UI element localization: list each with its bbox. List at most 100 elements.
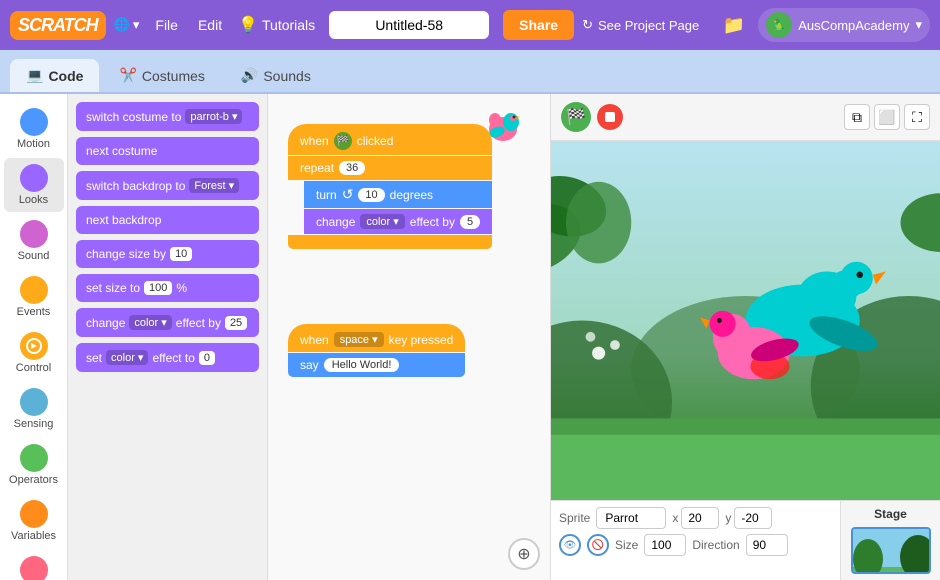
- block-when-space[interactable]: when space ▾ key pressed: [288, 324, 465, 352]
- tab-sounds[interactable]: 🔊 Sounds: [225, 59, 327, 92]
- looks-dot: [20, 164, 48, 192]
- sound-dot: [20, 220, 48, 248]
- code-group-1: when 🏁 clicked repeat 36 turn ↺ 10 degre…: [288, 124, 492, 249]
- size-input[interactable]: [644, 534, 686, 556]
- project-title-input[interactable]: [329, 11, 489, 39]
- show-sprite-button[interactable]: 👁: [559, 534, 581, 556]
- sidebar-item-events[interactable]: Events: [4, 270, 64, 324]
- sidebar-item-myblocks[interactable]: My Blocks: [4, 550, 64, 580]
- header: SCRATCH 🌐 ▾ File Edit 💡 Tutorials Share …: [0, 0, 940, 50]
- stage-viewport: [551, 141, 940, 500]
- sprite-row-1: Sprite x y: [559, 507, 832, 529]
- block-repeat-end: .: [288, 235, 492, 249]
- stage-area: 🏁 ⧉ ⬜ ⛶: [550, 94, 940, 580]
- green-flag-button[interactable]: 🏁: [561, 102, 591, 132]
- y-coord: y: [725, 507, 772, 529]
- code-icon: 💻: [26, 67, 43, 84]
- control-icon: [25, 337, 43, 355]
- sidebar-item-variables[interactable]: Variables: [4, 494, 64, 548]
- chevron-down-icon: ▾: [915, 17, 922, 33]
- events-dot: [20, 276, 48, 304]
- myblocks-dot: [20, 556, 48, 580]
- tutorials-button[interactable]: 💡 Tutorials: [238, 15, 315, 35]
- motion-dot: [20, 108, 48, 136]
- see-project-button[interactable]: ↻ See Project Page: [582, 17, 699, 33]
- stage-bottom: Sprite x y 👁 🚫 Size Dire: [551, 500, 940, 580]
- folder-icon[interactable]: 📁: [723, 15, 745, 36]
- block-switch-costume[interactable]: switch costume to parrot-b ▾: [76, 102, 259, 131]
- code-group-2: when space ▾ key pressed say Hello World…: [288, 324, 465, 377]
- sensing-dot: [20, 388, 48, 416]
- stage-fullscreen-button[interactable]: ⛶: [904, 104, 930, 130]
- speaker-icon: 🔊: [241, 67, 258, 84]
- sprite-info-panel: Sprite x y 👁 🚫 Size Dire: [551, 501, 840, 580]
- lightbulb-icon: 💡: [238, 15, 258, 35]
- block-set-size[interactable]: set size to 100 %: [76, 274, 259, 302]
- scissors-icon: ✂️: [119, 67, 136, 84]
- operators-dot: [20, 444, 48, 472]
- file-menu[interactable]: File: [147, 13, 186, 37]
- color-effect-dropdown[interactable]: color ▾: [129, 315, 171, 330]
- main-content: Motion Looks Sound Events Control Sensin…: [0, 94, 940, 580]
- edit-menu[interactable]: Edit: [190, 13, 230, 37]
- sidebar-item-sound[interactable]: Sound: [4, 214, 64, 268]
- sidebar-item-operators[interactable]: Operators: [4, 438, 64, 492]
- code-canvas: when 🏁 clicked repeat 36 turn ↺ 10 degre…: [268, 94, 550, 580]
- block-when-flag[interactable]: when 🏁 clicked: [288, 124, 492, 155]
- block-change-size[interactable]: change size by 10: [76, 240, 259, 268]
- costume-dropdown[interactable]: parrot-b ▾: [185, 109, 242, 124]
- stage-panel-label: Stage: [874, 507, 907, 521]
- tab-code[interactable]: 💻 Code: [10, 59, 99, 92]
- block-next-backdrop[interactable]: next backdrop: [76, 206, 259, 234]
- x-coord-input[interactable]: [681, 507, 719, 529]
- sidebar-item-control[interactable]: Control: [4, 326, 64, 380]
- stage-medium-button[interactable]: ⬜: [874, 104, 900, 130]
- blocks-sidebar: Motion Looks Sound Events Control Sensin…: [0, 94, 68, 580]
- block-say[interactable]: say Hello World!: [288, 353, 465, 377]
- rotate-icon: ↺: [342, 186, 354, 203]
- x-coord: x: [672, 507, 719, 529]
- backdrop-dropdown[interactable]: Forest ▾: [189, 178, 239, 193]
- block-change-color-effect[interactable]: change color ▾ effect by 25: [76, 308, 259, 337]
- space-key-dropdown[interactable]: space ▾: [334, 332, 384, 347]
- block-switch-backdrop[interactable]: switch backdrop to Forest ▾: [76, 171, 259, 200]
- direction-input[interactable]: [746, 534, 788, 556]
- stage-controls: 🏁 ⧉ ⬜ ⛶: [551, 94, 940, 141]
- scratch-logo[interactable]: SCRATCH: [10, 11, 106, 40]
- blocks-panel: switch costume to parrot-b ▾ next costum…: [68, 94, 268, 580]
- block-change-color-inline[interactable]: change color ▾ effect by 5: [304, 209, 492, 234]
- code-area: when 🏁 clicked repeat 36 turn ↺ 10 degre…: [268, 94, 550, 580]
- set-color-dropdown[interactable]: color ▾: [106, 350, 148, 365]
- stage-size-controls: ⧉ ⬜ ⛶: [844, 104, 930, 130]
- inline-color-dropdown[interactable]: color ▾: [360, 214, 404, 229]
- avatar: 🦜: [766, 12, 792, 38]
- sprite-row-2: 👁 🚫 Size Direction: [559, 534, 832, 556]
- y-coord-input[interactable]: [734, 507, 772, 529]
- variables-dot: [20, 500, 48, 528]
- stage-small-button[interactable]: ⧉: [844, 104, 870, 130]
- zoom-button[interactable]: ⊕: [508, 538, 540, 570]
- stop-button[interactable]: [597, 104, 623, 130]
- share-button[interactable]: Share: [503, 10, 574, 40]
- sidebar-item-looks[interactable]: Looks: [4, 158, 64, 212]
- stage-panel: Stage: [840, 501, 940, 580]
- sidebar-item-sensing[interactable]: Sensing: [4, 382, 64, 436]
- flag-icon: 🏁: [334, 132, 352, 150]
- sprite-name-input[interactable]: [596, 507, 666, 529]
- hide-sprite-button[interactable]: 🚫: [587, 534, 609, 556]
- tab-bar: 💻 Code ✂️ Costumes 🔊 Sounds: [0, 50, 940, 94]
- sidebar-item-motion[interactable]: Motion: [4, 102, 64, 156]
- user-menu[interactable]: 🦜 AusCompAcademy ▾: [758, 8, 930, 42]
- refresh-icon: ↻: [582, 17, 593, 33]
- block-next-costume[interactable]: next costume: [76, 137, 259, 165]
- stage-scene-svg: [551, 141, 940, 500]
- sprite-label: Sprite: [559, 511, 590, 525]
- globe-button[interactable]: 🌐 ▾: [114, 17, 140, 33]
- block-set-color-effect[interactable]: set color ▾ effect to 0: [76, 343, 259, 372]
- tab-costumes[interactable]: ✂️ Costumes: [103, 59, 220, 92]
- stage-thumbnail[interactable]: [851, 527, 931, 574]
- block-repeat[interactable]: repeat 36: [288, 156, 492, 180]
- control-dot: [20, 332, 48, 360]
- block-turn[interactable]: turn ↺ 10 degrees: [304, 181, 492, 208]
- header-nav: File Edit: [147, 13, 230, 37]
